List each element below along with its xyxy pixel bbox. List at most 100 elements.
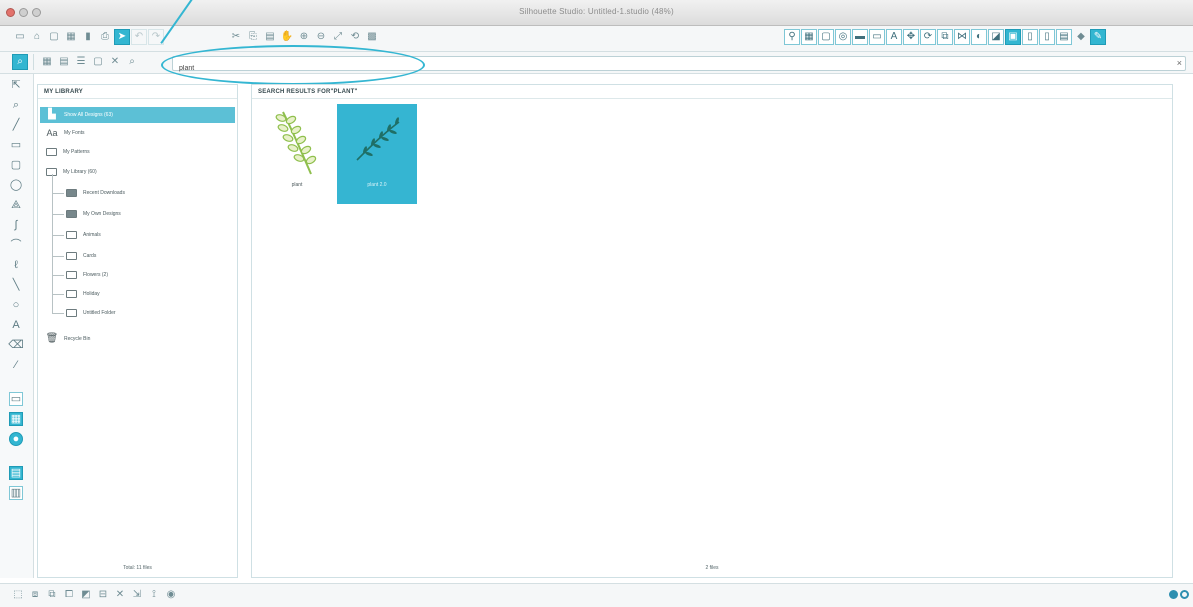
compound-icon[interactable]: ✕ xyxy=(112,587,128,603)
undo-icon[interactable]: ↶ xyxy=(131,29,147,45)
curve-icon[interactable]: ∫ xyxy=(9,218,23,232)
zoom-icon[interactable]: ⌕ xyxy=(9,98,23,112)
pixscan-icon[interactable]: ▤ xyxy=(1056,29,1072,45)
text-style-icon[interactable]: A xyxy=(886,29,902,45)
cut-settings-icon[interactable]: ▢ xyxy=(818,29,834,45)
freehand-icon[interactable]: ℓ xyxy=(9,258,23,272)
library-item-label: Flowers (2) xyxy=(83,272,109,278)
library-item-recycle-bin[interactable]: 🗑 Recycle Bin xyxy=(46,331,91,347)
library-item-label: Untitled Folder xyxy=(83,310,116,316)
zoom-out-icon[interactable]: ⊖ xyxy=(313,29,329,45)
text-icon[interactable]: A xyxy=(9,318,23,332)
line-color-icon[interactable]: ▭ xyxy=(869,29,885,45)
folder-icon xyxy=(66,252,77,260)
search-input[interactable] xyxy=(173,62,1143,75)
deselect-icon[interactable]: ⧈ xyxy=(27,587,43,603)
store-icon[interactable]: ▮ xyxy=(80,29,96,45)
search-results-header: SEARCH RESULTS FOR"PLANT" xyxy=(252,85,1172,99)
offset-icon[interactable]: ⋈ xyxy=(954,29,970,45)
color-icon[interactable]: ● xyxy=(9,432,23,446)
arc-icon[interactable]: ⌒ xyxy=(9,238,23,252)
line-icon[interactable]: ╱ xyxy=(9,118,23,132)
library-item-recent-downloads[interactable]: Recent Downloads xyxy=(66,185,125,201)
zoom-in-icon[interactable]: ⊕ xyxy=(296,29,312,45)
library-header: MY LIBRARY xyxy=(38,85,237,99)
rotate-icon[interactable]: ⟲ xyxy=(347,29,363,45)
layer-icon[interactable]: ▭ xyxy=(9,392,23,406)
library-icon[interactable]: ▦ xyxy=(63,29,79,45)
library-item-my-fonts[interactable]: Aa My Fonts xyxy=(46,125,84,141)
paste-icon[interactable]: ▤ xyxy=(262,29,278,45)
page-setup-icon[interactable]: ⚲ xyxy=(784,29,800,45)
library-item-animals[interactable]: Animals xyxy=(66,227,101,243)
library-item-flowers[interactable]: Flowers (2) xyxy=(66,267,108,283)
library-item-untitled-folder[interactable]: Untitled Folder xyxy=(66,305,116,321)
duplicate-icon[interactable]: ◩ xyxy=(78,587,94,603)
library-mode-icon[interactable]: ▤ xyxy=(9,466,23,480)
main-toolbar: ▭ ⌂ ▢ ▦ ▮ ⎙ ➤ ↶ ↷ ✂ ⎘ ▤ ✋ ⊕ ⊖ ⤢ ⟲ ▩ ⚲ ▦ … xyxy=(0,26,1193,52)
transform-icon[interactable]: ✥ xyxy=(903,29,919,45)
search-icon[interactable]: ⌕ xyxy=(124,54,140,70)
print-icon[interactable]: ⎙ xyxy=(97,29,113,45)
copy-icon[interactable]: ⎘ xyxy=(245,29,261,45)
modify-icon[interactable]: ⧉ xyxy=(937,29,953,45)
eraser-tool-icon[interactable]: ⌫ xyxy=(8,338,24,352)
fill-panel-icon[interactable]: ▦ xyxy=(9,412,23,426)
design-icon[interactable]: ✎ xyxy=(1090,29,1106,45)
design-tile-plant-2[interactable]: plant 2.0 xyxy=(337,104,417,204)
toggle-icon[interactable] xyxy=(1180,590,1189,599)
settings-icon[interactable]: ◉ xyxy=(163,587,179,603)
library-panel-icon[interactable]: ◪ xyxy=(988,29,1004,45)
weld-icon[interactable]: ⟟ xyxy=(146,587,162,603)
pan-icon[interactable]: ✋ xyxy=(279,29,295,45)
replicate-icon[interactable]: ⟳ xyxy=(920,29,936,45)
fill-color-icon[interactable]: ▬ xyxy=(852,29,868,45)
library-item-my-library[interactable]: My Library (60) xyxy=(46,164,97,180)
library-item-label: My Patterns xyxy=(63,149,90,155)
grid-settings-icon[interactable]: ▦ xyxy=(801,29,817,45)
select-all-icon[interactable]: ⬚ xyxy=(10,587,26,603)
ellipse-icon[interactable]: ◯ xyxy=(9,178,23,192)
grid-view-icon[interactable]: ▦ xyxy=(39,54,55,70)
gear-icon[interactable] xyxy=(1169,590,1178,599)
polygon-icon[interactable]: ⟁ xyxy=(9,198,23,212)
clear-search-icon[interactable]: × xyxy=(1177,58,1182,69)
layout-icon[interactable]: ▥ xyxy=(9,486,23,500)
library-item-my-patterns[interactable]: My Patterns xyxy=(46,144,90,160)
page-icon[interactable]: ▯ xyxy=(1039,29,1055,45)
cut-icon[interactable]: ✂ xyxy=(228,29,244,45)
rectangle-icon[interactable]: ▭ xyxy=(9,138,23,152)
new-folder-icon[interactable]: ▢ xyxy=(90,54,106,70)
select-icon[interactable]: ⇱ xyxy=(9,78,23,92)
library-item-cards[interactable]: Cards xyxy=(66,248,96,264)
eraser-icon[interactable]: ◆ xyxy=(1073,29,1089,45)
trace-icon[interactable]: ◐ xyxy=(971,29,987,45)
new-document-icon[interactable]: ▭ xyxy=(12,29,28,45)
group-icon[interactable]: ⧉ xyxy=(44,587,60,603)
knife-icon[interactable]: ⁄ xyxy=(9,358,23,372)
delete-shape-icon[interactable]: ⊟ xyxy=(95,587,111,603)
grid-icon[interactable]: ▩ xyxy=(364,29,380,45)
registration-icon[interactable]: ◎ xyxy=(835,29,851,45)
tree-view-icon[interactable]: ☰ xyxy=(73,54,89,70)
send-icon[interactable]: ➤ xyxy=(114,29,130,45)
library-item-all-designs[interactable]: ▙ Show All Designs (63) xyxy=(40,107,235,123)
ungroup-icon[interactable]: ⧠ xyxy=(61,587,77,603)
design-tile-plant[interactable]: plant xyxy=(257,104,337,204)
delete-icon[interactable]: ✕ xyxy=(107,54,123,70)
open-icon[interactable]: ⌂ xyxy=(29,29,45,45)
circle-icon[interactable]: ○ xyxy=(9,298,23,312)
title-bar: Silhouette Studio: Untitled-1.studio (48… xyxy=(0,0,1193,26)
release-icon[interactable]: ⇲ xyxy=(129,587,145,603)
zoom-fit-icon[interactable]: ⤢ xyxy=(330,29,346,45)
smooth-freehand-icon[interactable]: ╲ xyxy=(9,278,23,292)
library-view-icon[interactable]: ⌕ xyxy=(12,54,28,70)
send-panel-icon[interactable]: ▣ xyxy=(1005,29,1021,45)
rounded-rect-icon[interactable]: ▢ xyxy=(9,158,23,172)
save-icon[interactable]: ▢ xyxy=(46,29,62,45)
library-item-label: Animals xyxy=(83,232,101,238)
list-view-icon[interactable]: ▤ xyxy=(56,54,72,70)
store-panel-icon[interactable]: ▯ xyxy=(1022,29,1038,45)
library-item-my-own-designs[interactable]: My Own Designs xyxy=(66,206,121,222)
library-item-holiday[interactable]: Holiday xyxy=(66,286,100,302)
